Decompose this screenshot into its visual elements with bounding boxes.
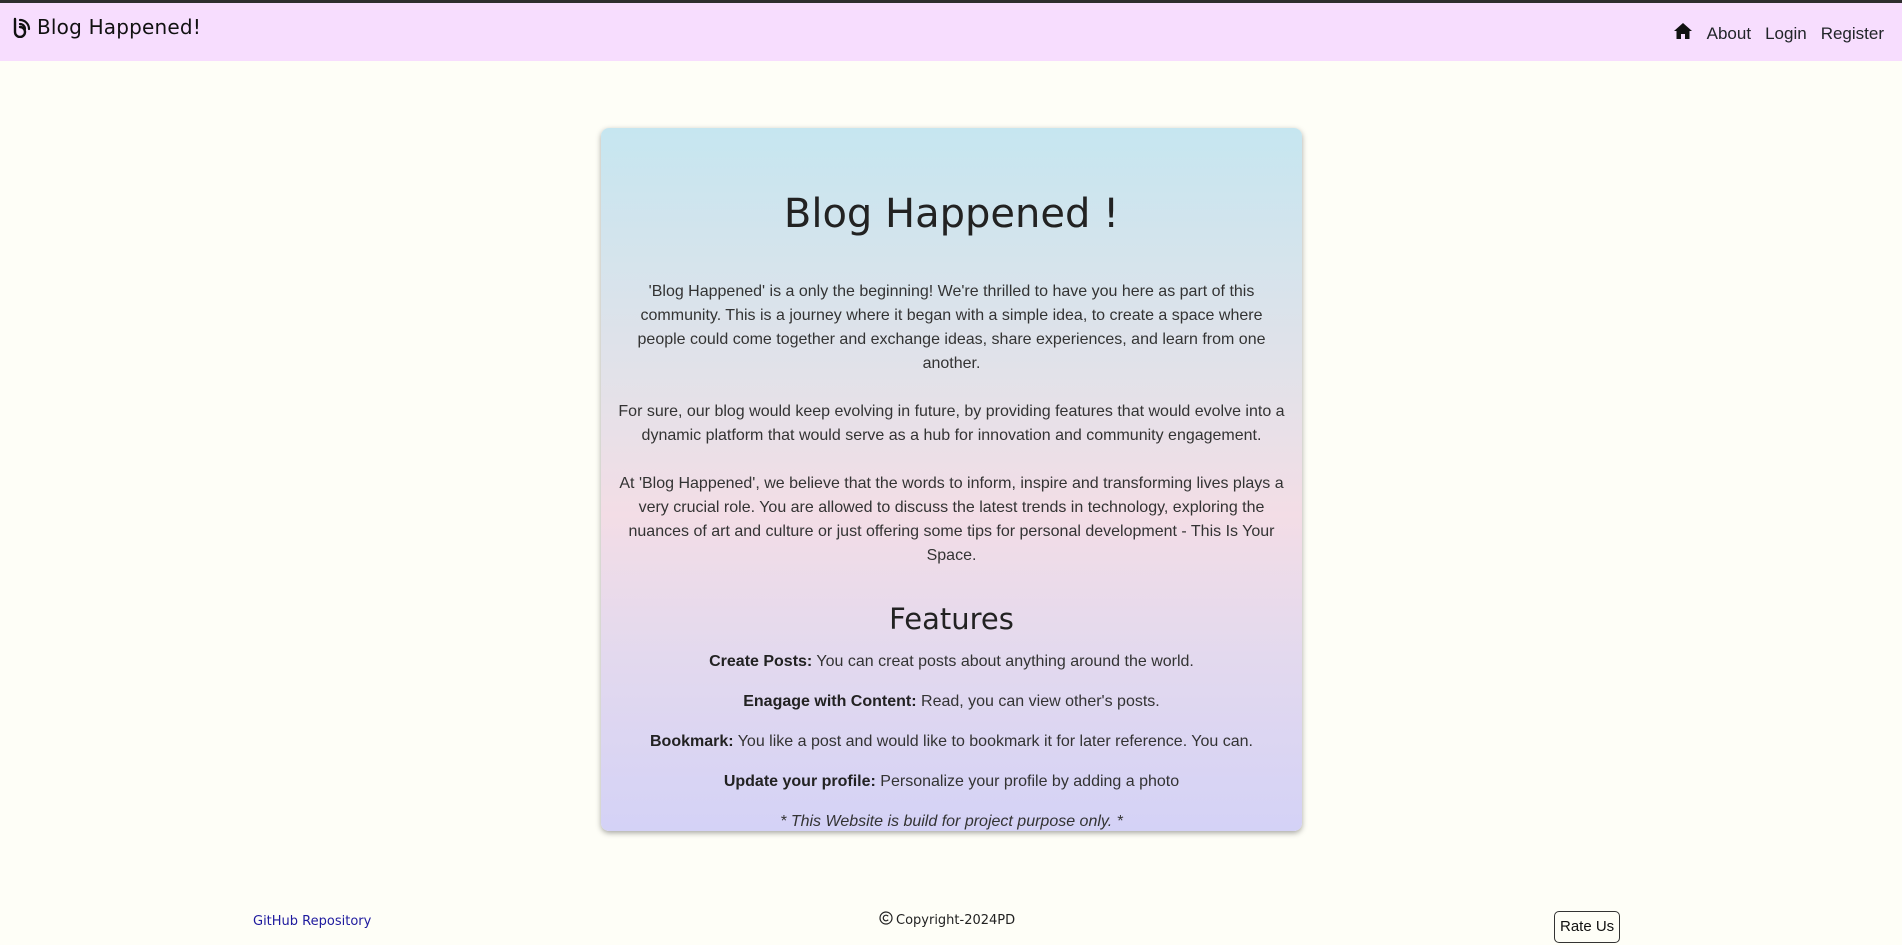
feature-name: Update your profile: xyxy=(723,773,876,790)
feature-text: You like a post and would like to bookma… xyxy=(733,733,1253,750)
copyright-icon xyxy=(879,911,893,929)
home-icon xyxy=(1673,22,1693,45)
brand-link[interactable]: Blog Happened! xyxy=(11,15,201,39)
brand-name: Blog Happened! xyxy=(37,15,202,39)
nav-about[interactable]: About xyxy=(1707,24,1751,44)
feature-name: Enagage with Content: xyxy=(743,693,917,710)
rate-us-button[interactable]: Rate Us xyxy=(1554,911,1621,943)
feature-bookmark: Bookmark: You like a post and would like… xyxy=(615,730,1288,754)
top-navbar: Blog Happened! About Login Register xyxy=(0,0,1902,61)
features-heading: Features xyxy=(889,602,1014,636)
feature-text: Read, you can view other's posts. xyxy=(916,693,1160,710)
feature-text: You can creat posts about anything aroun… xyxy=(812,653,1194,670)
nav-login[interactable]: Login xyxy=(1765,24,1807,44)
feature-name: Bookmark: xyxy=(649,733,734,750)
about-card: Blog Happened ! 'Blog Happened' is a onl… xyxy=(601,128,1302,831)
mission-paragraph: At 'Blog Happened', we believe that the … xyxy=(619,475,1284,564)
copyright: Copyright-2024PD xyxy=(879,911,1015,929)
nav-home[interactable] xyxy=(1673,22,1693,45)
project-note: * This Website is build for project purp… xyxy=(780,813,1123,830)
intro-paragraph: 'Blog Happened' is a only the beginning!… xyxy=(637,283,1266,372)
copyright-text: Copyright-2024PD xyxy=(896,912,1016,928)
feature-text: Personalize your profile by adding a pho… xyxy=(875,773,1180,790)
card-title: Blog Happened ! xyxy=(783,191,1120,237)
future-paragraph: For sure, our blog would keep evolving i… xyxy=(618,403,1285,444)
feature-name: Create Posts: xyxy=(709,653,813,670)
feature-engage: Enagage with Content: Read, you can view… xyxy=(615,690,1288,714)
nav-menu: About Login Register xyxy=(1673,22,1884,45)
feature-update-profile: Update your profile: Personalize your pr… xyxy=(615,770,1288,794)
github-repository-link[interactable]: GitHub Repository xyxy=(253,914,371,929)
blog-logo-icon xyxy=(11,16,33,38)
nav-register[interactable]: Register xyxy=(1821,24,1884,44)
feature-create-posts: Create Posts: You can creat posts about … xyxy=(615,650,1288,674)
